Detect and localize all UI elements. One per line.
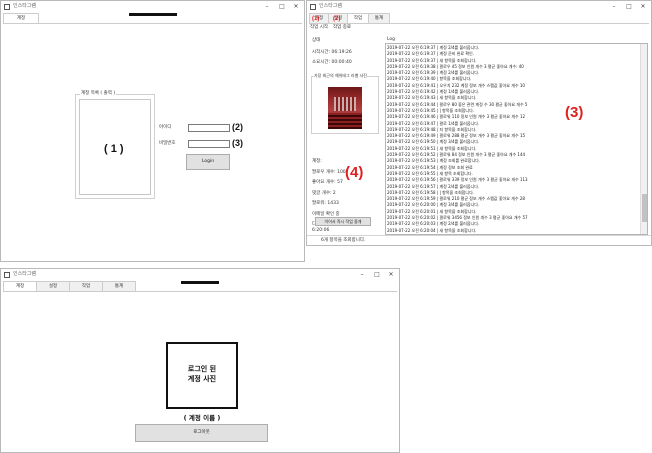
status-bar: 6개 항목을 조회합니다. bbox=[307, 235, 651, 245]
app-icon bbox=[310, 4, 316, 10]
resume-now-button[interactable]: 이어서 즉시 작업 중개 bbox=[315, 217, 371, 226]
account-line: 계정: bbox=[312, 159, 322, 164]
annotation-4: (4) bbox=[345, 164, 364, 181]
close-icon[interactable]: ✕ bbox=[636, 1, 650, 12]
title-accent-bar bbox=[129, 13, 177, 16]
start-work-menu[interactable]: 작업 시작 bbox=[310, 25, 328, 32]
account-photo: 로그인 된 계정 사진 bbox=[166, 342, 238, 409]
annotation-2: (2) bbox=[232, 122, 243, 132]
scrollbar-thumb[interactable] bbox=[642, 194, 647, 222]
maximize-icon[interactable]: □ bbox=[370, 269, 384, 280]
title-accent-bar bbox=[181, 281, 219, 284]
log-scrollbar[interactable] bbox=[640, 44, 647, 234]
tab-page: 작업 시작 작업 중료 상태 시작시간: 06:19:26 소요시간: 00:0… bbox=[309, 23, 649, 243]
log-list: 2019-07-22 오전 6:19:37 | 계정 2/4를 불러옵니다. 20… bbox=[387, 45, 639, 234]
annotation-3-log: (3) bbox=[565, 104, 584, 121]
elapsed-time: 소요시간: 00:00:40 bbox=[312, 60, 352, 65]
stop-work-menu[interactable]: 작업 중료 bbox=[333, 25, 351, 32]
minimize-icon[interactable]: – bbox=[607, 1, 621, 12]
photo-caption-line2: 계정 사진 bbox=[187, 375, 217, 383]
title-bar: 인스타그램 – □ ✕ bbox=[1, 1, 304, 13]
hashtag-photo bbox=[328, 87, 362, 129]
logout-button[interactable]: 로그아웃 bbox=[135, 424, 268, 442]
maximize-icon[interactable]: □ bbox=[275, 1, 289, 12]
log-box[interactable]: 2019-07-22 오전 6:19:37 | 계정 2/4를 불러옵니다. 20… bbox=[385, 43, 648, 235]
maximize-icon[interactable]: □ bbox=[622, 1, 636, 12]
close-icon[interactable]: ✕ bbox=[289, 1, 303, 12]
start-time: 시작시간: 06:19:26 bbox=[312, 50, 352, 55]
title-bar: 인스타그램 – □ ✕ bbox=[1, 269, 399, 281]
close-icon[interactable]: ✕ bbox=[384, 269, 398, 280]
status-group-label: 상태 bbox=[312, 38, 321, 43]
password-input[interactable] bbox=[188, 140, 230, 148]
annotation-3: (3) bbox=[232, 138, 243, 148]
id-label: 아이디 bbox=[159, 125, 172, 130]
account-name: ( 계정 이름 ) bbox=[183, 414, 221, 422]
account-window: 인스타그램 – □ ✕ 계정 설정 작업 통계 로그인 된 계정 사진 ( 계정… bbox=[0, 268, 400, 453]
title-bar: 인스타그램 – □ ✕ bbox=[307, 1, 651, 13]
hashtag-photo-label: 가장 최근의 해쉬태그 라벨 사진 bbox=[314, 73, 367, 79]
like-count: 좋아요 개수: 57 bbox=[312, 180, 343, 185]
work-window: 인스타그램 – □ ✕ 계정 설정 작업 통계 (1) (2) 작업 시작 작업… bbox=[306, 0, 652, 246]
status-group: 상태 시작시간: 06:19:26 소요시간: 00:00:40 가장 최근의 … bbox=[311, 38, 381, 234]
follower-total: 팔로워: 1433 bbox=[312, 201, 339, 206]
comment-count: 댓글 개수: 2 bbox=[312, 191, 336, 196]
window-title: 인스타그램 bbox=[13, 271, 37, 277]
window-title: 인스타그램 bbox=[319, 3, 343, 9]
app-icon bbox=[4, 4, 10, 10]
account-list-group-label: 계정 목록 ( 출력 ) bbox=[80, 91, 117, 97]
password-label: 비밀번호 bbox=[159, 141, 176, 146]
account-list-group: 계정 목록 ( 출력 ) ( 1 ) bbox=[75, 91, 155, 199]
id-input[interactable] bbox=[188, 124, 230, 132]
tab-page: 로그인 된 계정 사진 ( 계정 이름 ) 로그아웃 bbox=[3, 291, 397, 450]
login-window: 인스타그램 – □ ✕ 계정 계정 목록 ( 출력 ) ( 1 ) 아이디 (2… bbox=[0, 0, 305, 262]
toolbar: 작업 시작 작업 중료 bbox=[310, 25, 351, 32]
annotation-1: ( 1 ) bbox=[104, 143, 124, 155]
minimize-icon[interactable]: – bbox=[260, 1, 274, 12]
follow-count: 팔로우 개수: 100 bbox=[312, 170, 346, 175]
tab-page: 계정 목록 ( 출력 ) ( 1 ) 아이디 (2) 비밀번호 (3) Logi… bbox=[3, 23, 302, 259]
login-button[interactable]: Login bbox=[186, 154, 230, 170]
minimize-icon[interactable]: – bbox=[355, 269, 369, 280]
photo-caption-line1: 로그인 된 bbox=[187, 365, 217, 373]
app-icon bbox=[4, 272, 10, 278]
annotation-tab-1: (1) bbox=[312, 16, 320, 22]
window-title: 인스타그램 bbox=[13, 3, 37, 9]
status-bar-text: 6개 항목을 조회합니다. bbox=[321, 238, 366, 243]
hashtag-photo-group: 가장 최근의 해쉬태그 라벨 사진 bbox=[311, 73, 379, 134]
annotation-tab-2: (2) bbox=[333, 16, 341, 22]
